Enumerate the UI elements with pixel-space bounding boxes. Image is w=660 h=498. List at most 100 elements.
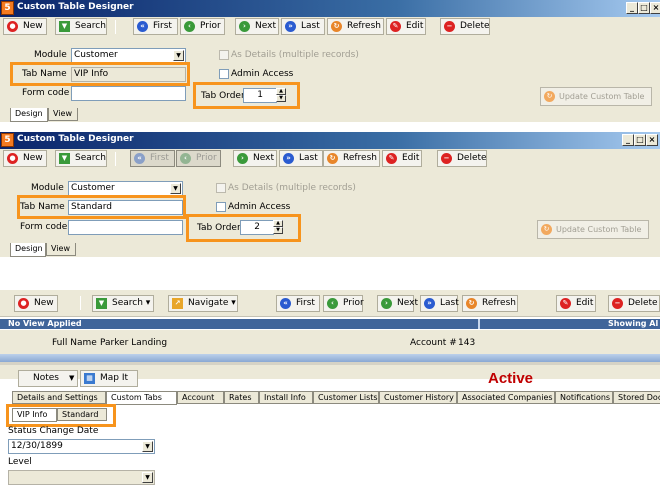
splitter[interactable] [0,362,660,365]
showing-label: Showing Al [608,319,659,328]
new-button[interactable]: ● New [3,150,47,167]
first-button[interactable]: «First [130,150,175,167]
status-change-date-label: Status Change Date [8,426,99,436]
refresh-button[interactable]: ↻ Refresh [462,295,518,312]
maximize-button[interactable]: □ [634,134,646,146]
delete-icon: − [441,153,452,164]
first-icon: « [280,298,291,309]
full-name-value: Parker Landing [100,338,168,348]
first-button[interactable]: «First [276,295,320,312]
next-button[interactable]: › Next [235,18,279,35]
edit-button[interactable]: ✎ Edit [386,18,426,35]
module-select[interactable]: Customer ▼ [68,181,183,196]
toolbar-separator [80,296,81,310]
admin-access-checkbox[interactable] [219,69,229,79]
admin-access-label: Admin Access [228,202,291,212]
custom-table-designer-window-2: 5 Custom Table Designer _ □ × ● New ▼ Sear… [0,132,660,257]
as-details-checkbox[interactable] [216,183,226,193]
tab-design[interactable]: Design [10,243,46,257]
title-bar: 5 Custom Table Designer _ □ × [0,132,660,149]
tab-view[interactable]: View [48,108,78,121]
window-title: Custom Table Designer [17,134,134,144]
last-button[interactable]: » Last [420,295,459,312]
form-code-field[interactable] [71,86,186,101]
as-details-checkbox[interactable] [219,50,229,60]
update-custom-table-button[interactable]: ↻ Update Custom Table [540,87,652,106]
delete-button[interactable]: − Delete [608,295,660,312]
new-button[interactable]: ● New [3,18,47,35]
tab-view[interactable]: View [46,243,76,256]
tab-associated-companies[interactable]: Associated Companies [457,391,555,404]
admin-access-checkbox[interactable] [216,202,226,212]
tab-install-info[interactable]: Install Info [259,391,313,404]
next-button[interactable]: › Next [233,150,277,167]
tab-design[interactable]: Design [10,108,48,122]
update-icon: ↻ [544,91,555,102]
navigate-icon: ↗ [172,298,183,309]
delete-button[interactable]: − Delete [440,18,490,35]
navigate-button[interactable]: ↗ Navigate ▾ [168,295,238,312]
first-icon: « [134,153,145,164]
chevron-down-icon[interactable]: ▼ [170,183,181,194]
collapse-strip[interactable] [0,354,660,362]
search-button[interactable]: ▼ Search [55,150,107,167]
last-icon: » [283,153,294,164]
prior-button[interactable]: ‹ Prior [180,18,225,35]
close-button[interactable]: × [650,2,660,14]
form-code-field[interactable] [68,220,183,235]
title-bar: 5 Custom Table Designer _ □ × [0,0,660,17]
level-select[interactable]: ▼ [8,470,155,485]
notes-dropdown[interactable]: Notes ▼ [18,370,78,387]
minimize-button[interactable]: _ [622,134,634,146]
prior-button[interactable]: ‹ Prior [323,295,364,312]
chevron-down-icon[interactable]: ▼ [142,441,153,452]
edit-button[interactable]: ✎ Edit [382,150,422,167]
module-label: Module [34,50,67,60]
new-button[interactable]: ● New [14,295,58,312]
refresh-button[interactable]: ↻ Refresh [327,18,384,35]
tab-details-and-settings[interactable]: Details and Settings [12,391,106,404]
refresh-icon: ↻ [327,153,338,164]
edit-button[interactable]: ✎ Edit [556,295,596,312]
first-button[interactable]: «First [133,18,178,35]
update-custom-table-button[interactable]: ↻ Update Custom Table [537,220,649,239]
map-it-button[interactable]: ▦ Map It [80,370,138,387]
status-change-date-field[interactable]: 12/30/1899 ▼ [8,439,155,454]
tab-customer-history[interactable]: Customer History [379,391,457,404]
tab-account[interactable]: Account [177,391,224,404]
refresh-button[interactable]: ↻ Refresh [323,150,380,167]
toolbar: ● New ▼ Search ▾ ↗ Navigate ▾ «First ‹ Prior… [0,290,660,317]
last-button[interactable]: » Last [281,18,325,35]
refresh-icon: ↻ [331,21,342,32]
tab-stored-documents[interactable]: Stored Docu [613,391,660,404]
module-label: Module [31,183,64,193]
status-badge: Active [488,370,534,387]
search-button[interactable]: ▼ Search [55,18,107,35]
tab-custom-tabs[interactable]: Custom Tabs [106,391,177,405]
last-button[interactable]: » Last [279,150,323,167]
tab-notifications[interactable]: Notifications [555,391,613,404]
maximize-button[interactable]: □ [638,2,650,14]
chevron-down-icon[interactable]: ▼ [142,472,153,483]
search-button[interactable]: ▼ Search ▾ [92,295,154,312]
delete-button[interactable]: − Delete [437,150,487,167]
last-icon: » [424,298,435,309]
custom-table-designer-window-1: 5 Custom Table Designer _ □ × ● New ▼ Sear… [0,0,660,122]
close-button[interactable]: × [646,134,658,146]
tab-rates[interactable]: Rates [224,391,259,404]
edit-icon: ✎ [560,298,571,309]
module-select[interactable]: Customer ▼ [71,48,186,63]
tab-order-highlight [186,214,301,242]
edit-icon: ✎ [390,21,401,32]
admin-access-label: Admin Access [231,69,294,79]
next-icon: › [237,153,248,164]
toolbar-separator [115,152,116,166]
next-icon: › [239,21,250,32]
form-code-label: Form code [20,222,68,232]
next-button[interactable]: › Next [377,295,418,312]
prior-button[interactable]: ‹ Prior [176,150,221,167]
chevron-down-icon[interactable]: ▼ [173,50,184,61]
minimize-button[interactable]: _ [626,2,638,14]
tab-customer-lists[interactable]: Customer Lists [313,391,379,404]
prior-icon: ‹ [327,298,338,309]
